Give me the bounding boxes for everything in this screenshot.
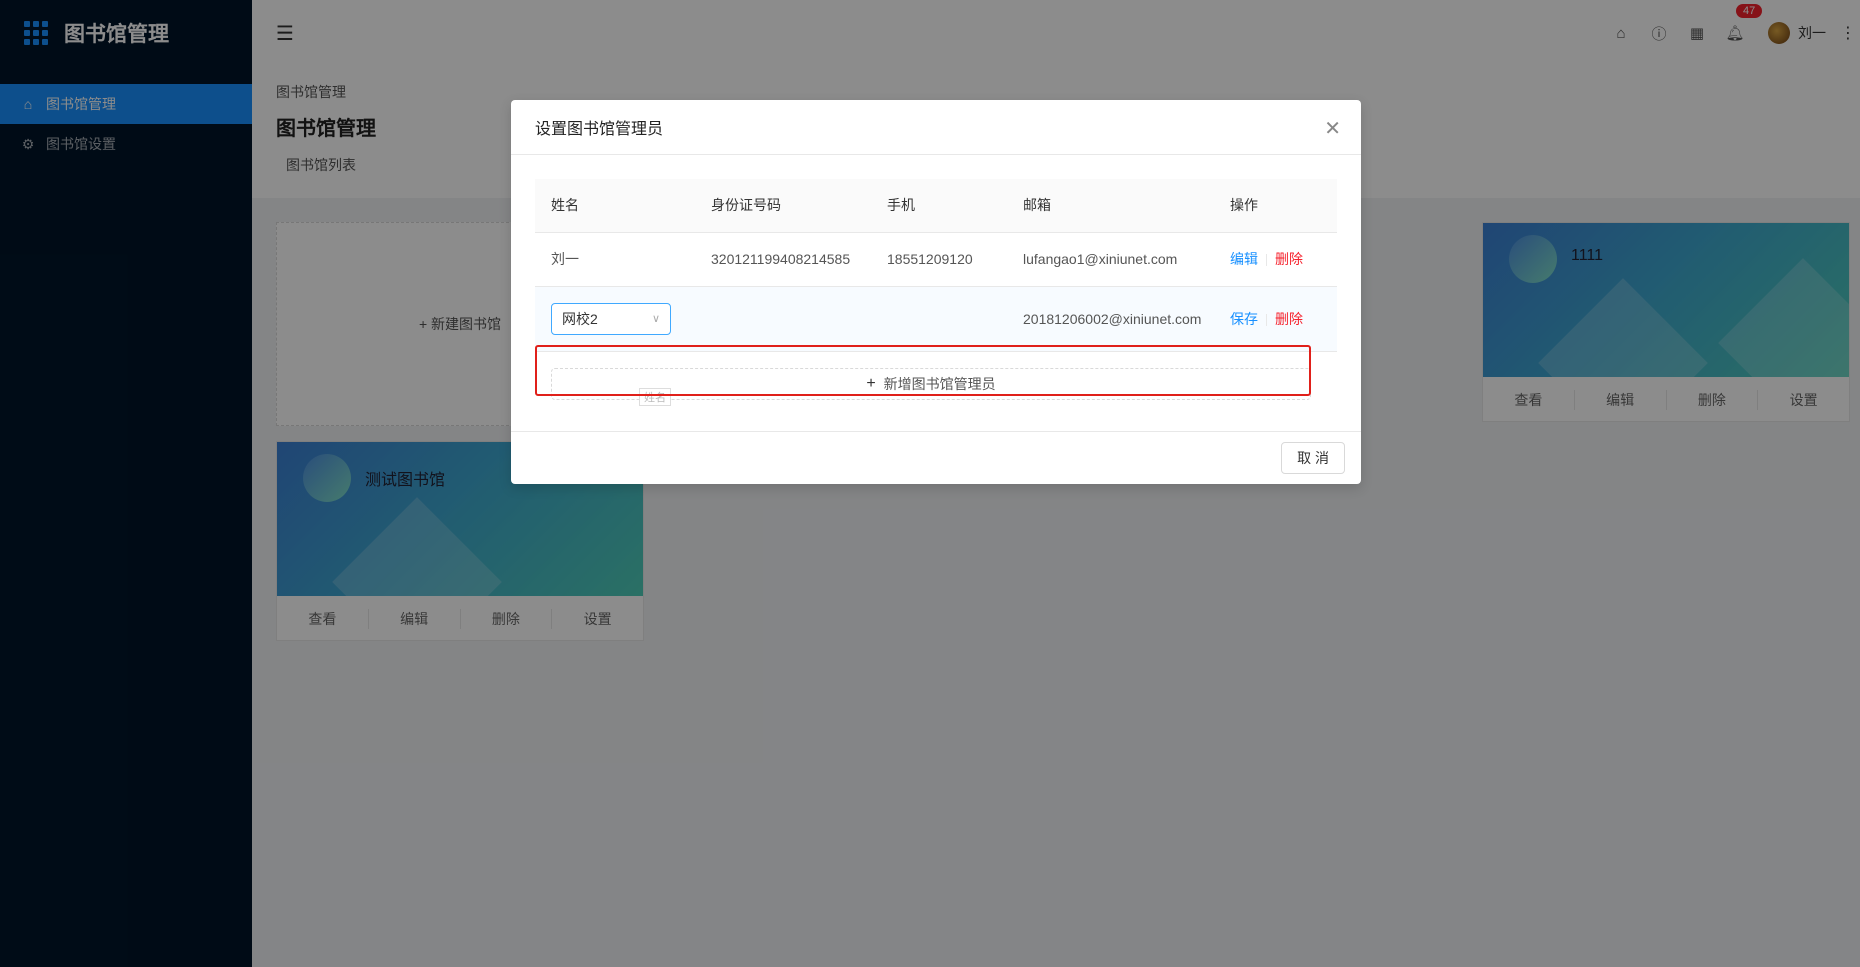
admin-table: 姓名 身份证号码 手机 邮箱 操作 刘一 320121199408214585 … [535,179,1337,352]
save-link[interactable]: 保存 [1230,311,1258,327]
cell-name: 刘一 [535,232,695,287]
cell-actions: 保存 删除 [1214,286,1337,352]
column-header-id: 身份证号码 [695,179,871,233]
select-value: 网校2 [562,310,598,327]
cell-phone: 18551209120 [871,232,1007,287]
column-header-actions: 操作 [1214,179,1337,233]
column-header-name: 姓名 [535,179,695,233]
cancel-button[interactable]: 取 消 [1281,442,1345,474]
column-header-phone: 手机 [871,179,1007,233]
plus-icon: + [866,374,876,392]
modal-footer: 取 消 [511,431,1361,484]
delete-link[interactable]: 删除 [1275,251,1303,267]
column-header-email: 邮箱 [1007,179,1214,233]
table-header-row: 姓名 身份证号码 手机 邮箱 操作 [535,179,1337,233]
name-tooltip: 姓名 [639,388,671,406]
edit-link[interactable]: 编辑 [1230,251,1258,267]
cell-actions: 编辑 删除 [1214,232,1337,287]
cell-email: 20181206002@xiniunet.com [1007,286,1214,352]
close-icon[interactable]: ✕ [1324,116,1341,141]
table-row: 刘一 320121199408214585 18551209120 lufang… [535,232,1337,287]
cell-phone [871,286,1007,352]
name-select[interactable]: 网校2 ∨ [551,302,671,335]
modal-header: 设置图书馆管理员 [511,100,1361,155]
cell-id-number [695,286,871,352]
cell-email: lufangao1@xiniunet.com [1007,232,1214,287]
set-admin-modal: 设置图书馆管理员 ✕ 姓名 身份证号码 手机 邮箱 操作 刘一 32012119… [511,100,1361,484]
modal-title: 设置图书馆管理员 [535,121,664,138]
delete-link[interactable]: 删除 [1275,311,1303,327]
cell-name-select: 网校2 ∨ [535,286,695,352]
add-admin-label: 新增图书馆管理员 [883,375,996,392]
table-row-editing: 网校2 ∨ 20181206002@xiniunet.com 保存 删除 [535,286,1337,352]
chevron-down-icon: ∨ [651,313,660,325]
cell-id-number: 320121199408214585 [695,232,871,287]
modal-body: 姓名 身份证号码 手机 邮箱 操作 刘一 320121199408214585 … [511,155,1361,424]
